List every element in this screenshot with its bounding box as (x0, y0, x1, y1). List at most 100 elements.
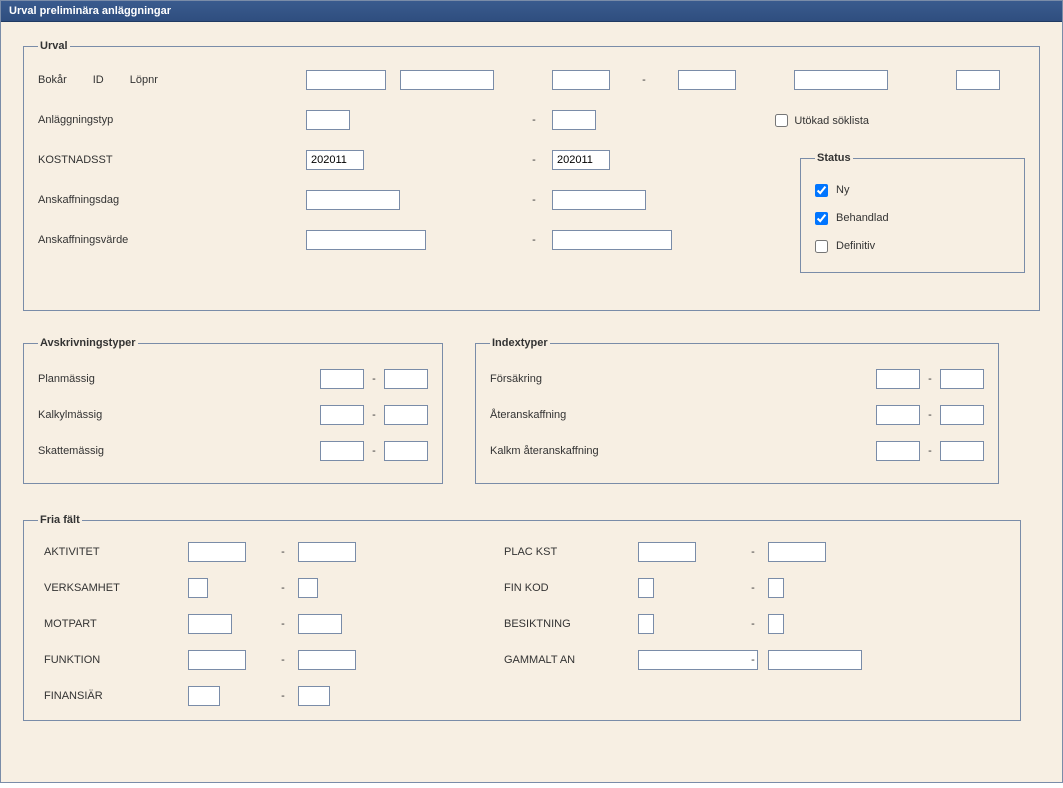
anskaffningsvarde-label: Anskaffningsvärde (38, 234, 298, 246)
gammalt-an-sep: - (738, 654, 768, 666)
forsakring-label: Försäkring (490, 373, 876, 385)
verksamhet-to-input[interactable] (298, 578, 318, 598)
forsakring-to-input[interactable] (940, 369, 984, 389)
kostnadsst-sep: - (524, 154, 544, 166)
motpart-label: MOTPART (38, 618, 188, 630)
kostnadsst-label: KOSTNADSST (38, 154, 298, 166)
avskrivningstyper-fieldset: Avskrivningstyper Planmässig - Kalkylmäs… (23, 337, 443, 484)
funktion-sep: - (268, 654, 298, 666)
plac-kst-label: PLAC KST (498, 546, 638, 558)
fria-falt-legend: Fria fält (38, 514, 82, 526)
motpart-from-input[interactable] (188, 614, 232, 634)
anlaggningstyp-label: Anläggningstyp (38, 114, 298, 126)
anlaggningstyp-to-input[interactable] (552, 110, 596, 130)
besiktning-sep: - (738, 618, 768, 630)
id-label: ID (93, 74, 104, 86)
planmassig-to-input[interactable] (384, 369, 428, 389)
kalkylmassig-label: Kalkylmässig (38, 409, 320, 421)
status-behandlad-label: Behandlad (836, 212, 889, 224)
kalkm-to-input[interactable] (940, 441, 984, 461)
lopnr-to-input[interactable] (956, 70, 1000, 90)
motpart-sep: - (268, 618, 298, 630)
verksamhet-sep: - (268, 582, 298, 594)
ateranskaffning-to-input[interactable] (940, 405, 984, 425)
verksamhet-from-input[interactable] (188, 578, 208, 598)
fin-kod-from-input[interactable] (638, 578, 654, 598)
kalkm-from-input[interactable] (876, 441, 920, 461)
gammalt-an-to-input[interactable] (768, 650, 862, 670)
kalkylmassig-from-input[interactable] (320, 405, 364, 425)
ateranskaffning-from-input[interactable] (876, 405, 920, 425)
bokar-to-input[interactable] (678, 70, 736, 90)
window-title: Urval preliminära anläggningar (1, 1, 1062, 22)
status-definitiv-label: Definitiv (836, 240, 875, 252)
bokar-label: Bokår (38, 74, 67, 86)
anlaggningstyp-from-input[interactable] (306, 110, 350, 130)
urval-legend: Urval (38, 40, 70, 52)
finansiar-label: FINANSIÄR (38, 690, 188, 702)
funktion-to-input[interactable] (298, 650, 356, 670)
fin-kod-sep: - (738, 582, 768, 594)
aktivitet-label: AKTIVITET (38, 546, 188, 558)
status-ny-label: Ny (836, 184, 849, 196)
anskaffningsvarde-from-input[interactable] (306, 230, 426, 250)
status-legend: Status (815, 152, 853, 164)
finansiar-from-input[interactable] (188, 686, 220, 706)
utokad-soklista-checkbox[interactable] (775, 114, 788, 127)
fria-falt-fieldset: Fria fält AKTIVITET - PLAC KST - VERKSAM… (23, 514, 1021, 721)
anskaffningsdag-sep: - (524, 194, 544, 206)
skattemassig-from-input[interactable] (320, 441, 364, 461)
funktion-from-input[interactable] (188, 650, 246, 670)
planmassig-from-input[interactable] (320, 369, 364, 389)
forsakring-from-input[interactable] (876, 369, 920, 389)
indextyper-legend: Indextyper (490, 337, 550, 349)
planmassig-sep: - (364, 373, 384, 385)
kostnadsst-to-input[interactable] (552, 150, 610, 170)
utokad-soklista-row: Utökad söklista (775, 114, 869, 127)
lopnr-from-input[interactable] (552, 70, 610, 90)
utokad-soklista-label: Utökad söklista (794, 115, 869, 127)
id-to-input[interactable] (794, 70, 888, 90)
status-behandlad-checkbox[interactable] (815, 212, 828, 225)
plac-kst-from-input[interactable] (638, 542, 696, 562)
skattemassig-to-input[interactable] (384, 441, 428, 461)
status-ny-checkbox[interactable] (815, 184, 828, 197)
skattemassig-sep: - (364, 445, 384, 457)
anskaffningsdag-to-input[interactable] (552, 190, 646, 210)
avskrivningstyper-legend: Avskrivningstyper (38, 337, 138, 349)
skattemassig-label: Skattemässig (38, 445, 320, 457)
besiktning-to-input[interactable] (768, 614, 784, 634)
anlaggningstyp-sep: - (524, 114, 544, 126)
ateranskaffning-sep: - (920, 409, 940, 421)
forsakring-sep: - (920, 373, 940, 385)
besiktning-label: BESIKTNING (498, 618, 638, 630)
urval-fieldset: Urval Bokår ID Löpnr - (23, 40, 1040, 311)
bokar-id-lopnr-labels: Bokår ID Löpnr (38, 74, 298, 86)
status-fieldset: Status Ny Behandlad Definitiv (800, 152, 1025, 273)
kostnadsst-from-input[interactable] (306, 150, 364, 170)
motpart-to-input[interactable] (298, 614, 342, 634)
finansiar-to-input[interactable] (298, 686, 330, 706)
plac-kst-sep: - (738, 546, 768, 558)
finansiar-sep: - (268, 690, 298, 702)
kalkm-sep: - (920, 445, 940, 457)
kalkylmassig-sep: - (364, 409, 384, 421)
aktivitet-from-input[interactable] (188, 542, 246, 562)
anskaffningsvarde-sep: - (524, 234, 544, 246)
id-from-input[interactable] (400, 70, 494, 90)
aktivitet-sep: - (268, 546, 298, 558)
status-definitiv-checkbox[interactable] (815, 240, 828, 253)
aktivitet-to-input[interactable] (298, 542, 356, 562)
bokar-from-input[interactable] (306, 70, 386, 90)
anskaffningsdag-from-input[interactable] (306, 190, 400, 210)
fin-kod-label: FIN KOD (498, 582, 638, 594)
anskaffningsvarde-to-input[interactable] (552, 230, 672, 250)
ateranskaffning-label: Återanskaffning (490, 409, 876, 421)
fin-kod-to-input[interactable] (768, 578, 784, 598)
funktion-label: FUNKTION (38, 654, 188, 666)
plac-kst-to-input[interactable] (768, 542, 826, 562)
id-row-sep: - (624, 74, 664, 86)
planmassig-label: Planmässig (38, 373, 320, 385)
besiktning-from-input[interactable] (638, 614, 654, 634)
kalkylmassig-to-input[interactable] (384, 405, 428, 425)
